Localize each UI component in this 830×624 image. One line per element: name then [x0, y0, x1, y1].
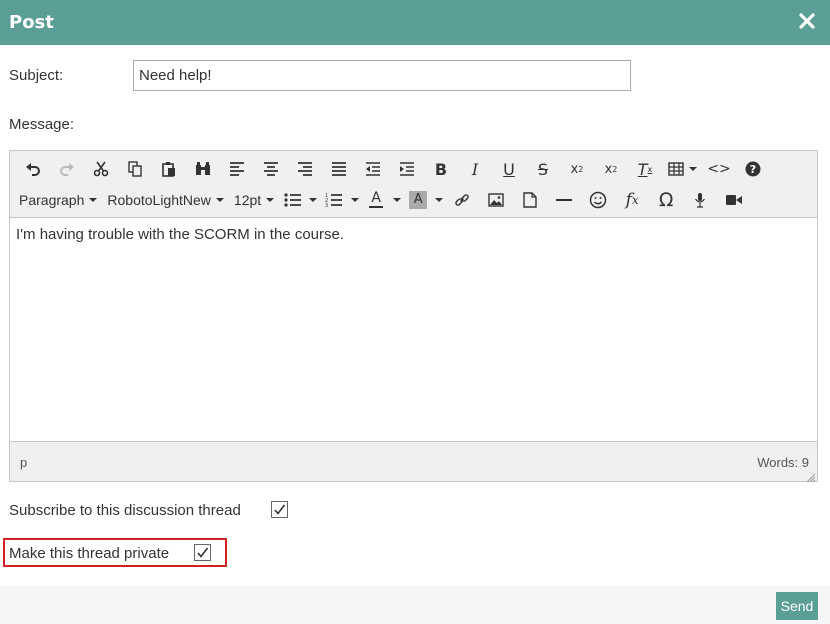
- undo-icon[interactable]: [16, 154, 50, 184]
- superscript-icon[interactable]: x2: [594, 154, 628, 184]
- dialog-footer: [0, 586, 830, 624]
- toolbar-row-1: B I U S x2 x2 Tx <> ?: [16, 154, 770, 184]
- private-checkbox[interactable]: [194, 544, 211, 561]
- table-icon[interactable]: [662, 154, 702, 184]
- font-dropdown[interactable]: RobotoLightNew: [102, 185, 229, 215]
- cut-icon[interactable]: [84, 154, 118, 184]
- align-right-icon[interactable]: [288, 154, 322, 184]
- bullet-list-caret[interactable]: [307, 185, 319, 215]
- bullet-list-icon[interactable]: [279, 185, 307, 215]
- formula-icon[interactable]: fx: [615, 185, 649, 215]
- close-icon[interactable]: [796, 10, 818, 32]
- code-icon[interactable]: <>: [702, 154, 736, 184]
- link-icon[interactable]: [445, 185, 479, 215]
- chevron-down-icon: [89, 198, 98, 202]
- private-label: Make this thread private: [9, 545, 170, 562]
- editor-statusbar: p Words: 9: [10, 441, 817, 483]
- special-char-icon[interactable]: Ω: [649, 185, 683, 215]
- subject-label: Subject:: [9, 67, 64, 84]
- emoticon-icon[interactable]: [581, 185, 615, 215]
- toolbar-row-2: Paragraph RobotoLightNew 12pt 123 A A fx…: [14, 185, 751, 215]
- justify-icon[interactable]: [322, 154, 356, 184]
- font-size-dropdown[interactable]: 12pt: [229, 185, 279, 215]
- numbered-list-caret[interactable]: [349, 185, 361, 215]
- svg-text:?: ?: [750, 163, 756, 176]
- editor-toolbar: B I U S x2 x2 Tx <> ? Paragraph RobotoLi…: [10, 151, 817, 218]
- resize-handle-icon[interactable]: [806, 470, 816, 483]
- paste-icon[interactable]: [152, 154, 186, 184]
- underline-icon[interactable]: U: [492, 154, 526, 184]
- message-label: Message:: [9, 116, 75, 133]
- subject-input[interactable]: [133, 60, 631, 91]
- dialog-header: Post: [0, 0, 830, 45]
- font-dropdown-label: RobotoLightNew: [107, 192, 211, 208]
- text-color-caret[interactable]: [391, 185, 403, 215]
- background-color-caret[interactable]: [433, 185, 445, 215]
- document-icon[interactable]: [513, 185, 547, 215]
- image-icon[interactable]: [479, 185, 513, 215]
- chevron-down-icon: [266, 198, 275, 202]
- dialog-title: Post: [9, 12, 54, 33]
- outdent-icon[interactable]: [356, 154, 390, 184]
- editor-content[interactable]: I'm having trouble with the SCORM in the…: [10, 218, 817, 442]
- checkmark-icon: [274, 504, 286, 515]
- find-icon[interactable]: [186, 154, 220, 184]
- italic-icon[interactable]: I: [458, 154, 492, 184]
- bold-icon[interactable]: B: [424, 154, 458, 184]
- chevron-down-icon: [215, 198, 224, 202]
- numbered-list-icon[interactable]: 123: [319, 185, 349, 215]
- copy-icon[interactable]: [118, 154, 152, 184]
- text-color-icon[interactable]: A: [361, 185, 391, 215]
- background-color-icon[interactable]: A: [403, 185, 433, 215]
- font-size-dropdown-label: 12pt: [233, 192, 262, 208]
- redo-icon[interactable]: [50, 154, 84, 184]
- indent-icon[interactable]: [390, 154, 424, 184]
- word-count: Words: 9: [757, 455, 809, 470]
- strikethrough-icon[interactable]: S: [526, 154, 560, 184]
- element-path[interactable]: p: [20, 455, 27, 470]
- clear-format-icon[interactable]: Tx: [628, 154, 662, 184]
- align-center-icon[interactable]: [254, 154, 288, 184]
- rich-text-editor: B I U S x2 x2 Tx <> ? Paragraph RobotoLi…: [9, 150, 818, 483]
- format-dropdown-label: Paragraph: [19, 192, 85, 208]
- subscribe-label: Subscribe to this discussion thread: [9, 502, 241, 519]
- checkmark-icon: [197, 547, 209, 558]
- subscribe-checkbox[interactable]: [271, 501, 288, 518]
- horizontal-rule-icon[interactable]: [547, 185, 581, 215]
- audio-icon[interactable]: [683, 185, 717, 215]
- align-left-icon[interactable]: [220, 154, 254, 184]
- send-button[interactable]: Send: [776, 592, 818, 620]
- format-dropdown[interactable]: Paragraph: [14, 185, 102, 215]
- subscript-icon[interactable]: x2: [560, 154, 594, 184]
- video-icon[interactable]: [717, 185, 751, 215]
- svg-text:3: 3: [325, 203, 328, 208]
- help-icon[interactable]: ?: [736, 154, 770, 184]
